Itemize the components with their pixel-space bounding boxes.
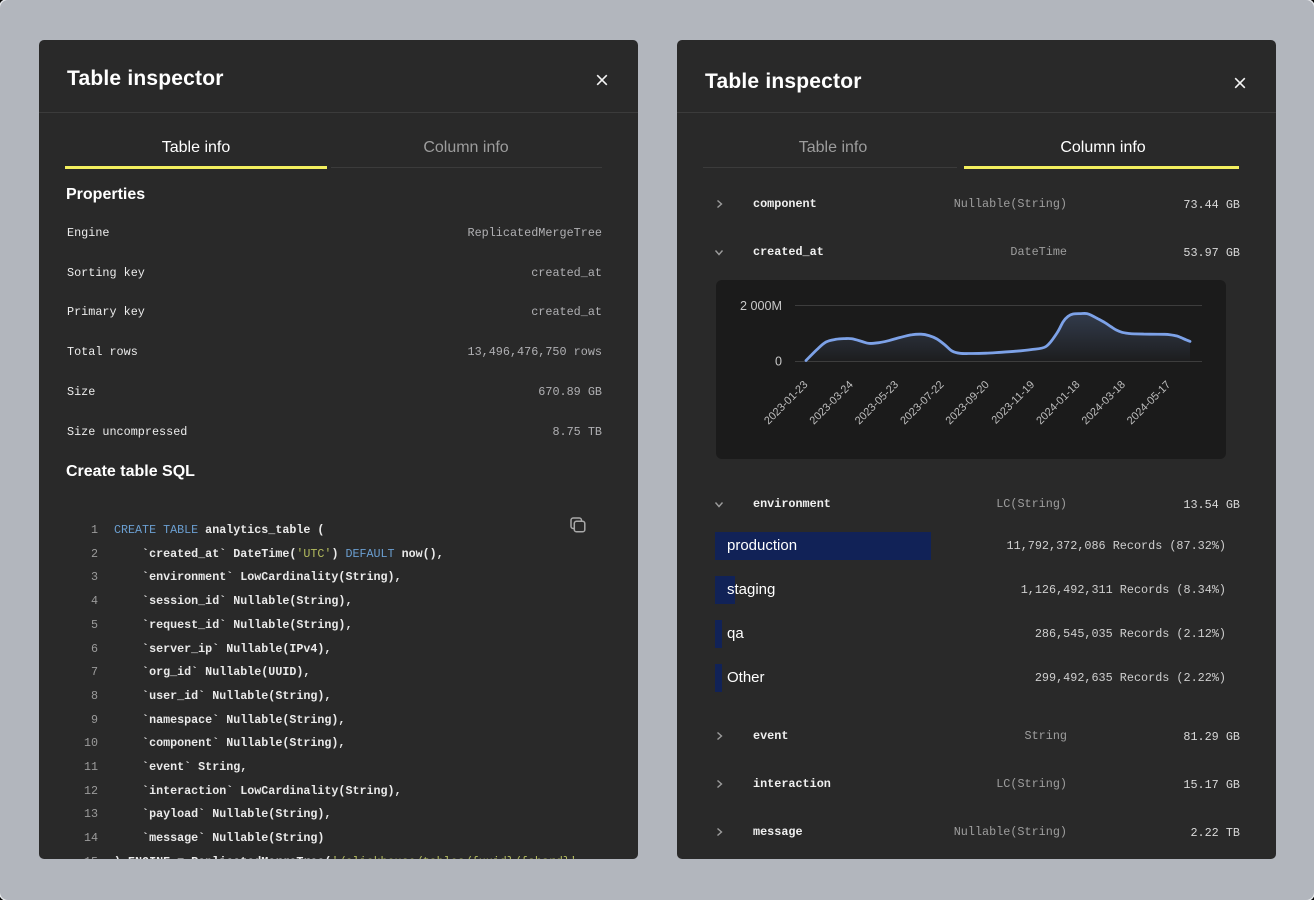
svg-text:2 000M: 2 000M [740,299,782,313]
svg-text:2023-03-24: 2023-03-24 [808,379,856,427]
svg-text:2023-09-20: 2023-09-20 [944,379,992,427]
svg-text:2024-01-18: 2024-01-18 [1034,379,1082,427]
svg-text:0: 0 [775,355,782,369]
svg-text:2023-07-22: 2023-07-22 [898,379,946,427]
svg-text:2024-03-18: 2024-03-18 [1080,379,1128,427]
svg-text:2023-01-23: 2023-01-23 [762,379,810,427]
svg-text:2023-05-23: 2023-05-23 [853,379,901,427]
svg-text:2023-11-19: 2023-11-19 [990,379,1038,427]
svg-text:2024-05-17: 2024-05-17 [1125,379,1173,427]
